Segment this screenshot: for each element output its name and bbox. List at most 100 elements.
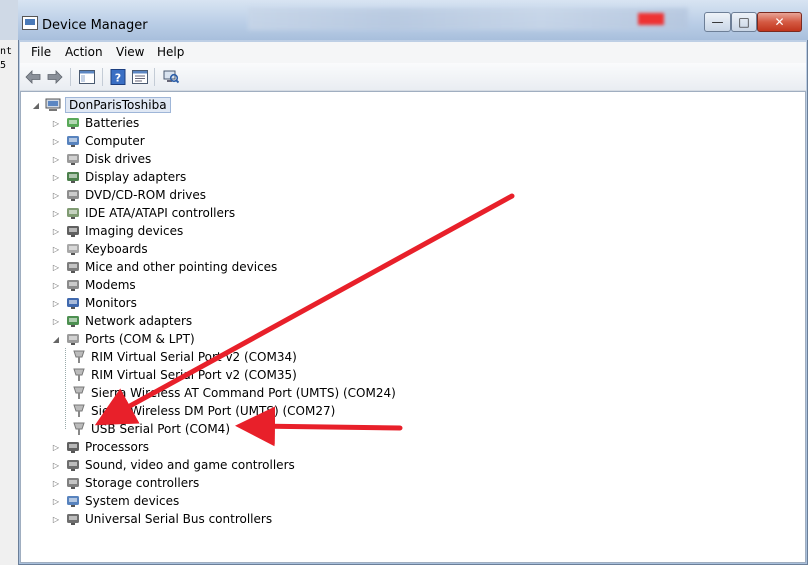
usb-icon <box>65 511 81 527</box>
tree-category-label: Network adapters <box>85 314 193 328</box>
back-icon[interactable] <box>24 68 42 86</box>
serial-port-icon <box>71 421 87 437</box>
expand-arrow-icon[interactable]: ▷ <box>51 294 61 312</box>
tree-category-row[interactable]: ▷ Imaging devices <box>51 222 183 240</box>
tree-root-label: DonParisToshiba <box>65 97 171 113</box>
tree-category-label: IDE ATA/ATAPI controllers <box>85 206 236 220</box>
expand-arrow-icon[interactable]: ▷ <box>51 114 61 132</box>
tree-category-row[interactable]: ▷ Storage controllers <box>51 474 199 492</box>
keyboard-icon <box>65 241 81 257</box>
expand-arrow-icon[interactable]: ▷ <box>51 204 61 222</box>
tree-category-row[interactable]: ▷ Display adapters <box>51 168 186 186</box>
network-adapter-icon <box>65 313 81 329</box>
tree-category-row[interactable]: ▷ System devices <box>51 492 179 510</box>
tree-category-label: Modems <box>85 278 136 292</box>
tree-category-row[interactable]: ▷ Network adapters <box>51 312 192 330</box>
tree-category-row[interactable]: ▷ Batteries <box>51 114 139 132</box>
tree-category-row[interactable]: ▷ Modems <box>51 276 136 294</box>
collapse-arrow-icon[interactable]: ◢ <box>51 330 61 348</box>
svg-text:?: ? <box>115 72 121 85</box>
battery-icon <box>65 115 81 131</box>
maximize-button[interactable]: □ <box>731 12 757 32</box>
port-icon <box>65 331 81 347</box>
tree-port-label: RIM Virtual Serial Port v2 (COM35) <box>91 368 297 382</box>
ide-controller-icon <box>65 205 81 221</box>
expand-arrow-icon[interactable]: ▷ <box>51 186 61 204</box>
properties-icon[interactable] <box>131 68 149 86</box>
tree-category-label: Batteries <box>85 116 140 130</box>
expand-arrow-icon[interactable]: ▷ <box>51 150 61 168</box>
tree-port-row[interactable]: RIM Virtual Serial Port v2 (COM35) <box>71 366 297 384</box>
monitor-icon <box>65 295 81 311</box>
fragment-text-2: 5 <box>0 60 7 71</box>
expand-arrow-icon[interactable]: ▷ <box>51 258 61 276</box>
tree-category-row[interactable]: ▷ DVD/CD-ROM drives <box>51 186 206 204</box>
tree-port-row[interactable]: Sierra Wireless AT Command Port (UMTS) (… <box>71 384 396 402</box>
tree-port-label: USB Serial Port (COM4) <box>91 422 230 436</box>
processor-icon <box>65 439 81 455</box>
tree-category-row[interactable]: ▷ Universal Serial Bus controllers <box>51 510 272 528</box>
close-button[interactable]: ✕ <box>757 12 802 32</box>
menu-bar: File Action View Help <box>20 42 806 63</box>
tree-port-row[interactable]: Sierra Wireless DM Port (UMTS) (COM27) <box>71 402 335 420</box>
forward-icon[interactable] <box>46 68 64 86</box>
expand-arrow-icon[interactable]: ▷ <box>51 132 61 150</box>
tree-category-label: Ports (COM & LPT) <box>85 332 195 346</box>
tree-category-row[interactable]: ▷ Sound, video and game controllers <box>51 456 295 474</box>
device-manager-app-icon <box>22 16 38 30</box>
menu-action[interactable]: Action <box>65 45 103 59</box>
fragment-text-1: nt <box>0 46 13 57</box>
expand-arrow-icon[interactable]: ▷ <box>51 168 61 186</box>
help-icon[interactable]: ? <box>109 68 127 86</box>
background-window-fragment: nt 5 <box>0 40 19 565</box>
tree-category-label: Sound, video and game controllers <box>85 458 295 472</box>
tree-root[interactable]: ◢ DonParisToshiba <box>31 96 171 114</box>
tree-port-row[interactable]: USB Serial Port (COM4) <box>71 420 230 438</box>
tree-port-row[interactable]: RIM Virtual Serial Port v2 (COM34) <box>71 348 297 366</box>
expand-arrow-icon[interactable]: ▷ <box>51 492 61 510</box>
tree-category-label: Disk drives <box>85 152 152 166</box>
menu-help[interactable]: Help <box>157 45 184 59</box>
speaker-icon <box>65 457 81 473</box>
tree-category-row[interactable]: ▷ IDE ATA/ATAPI controllers <box>51 204 235 222</box>
device-tree[interactable]: ◢ DonParisToshiba ▷ Batteries ▷ Computer ▷ Disk… <box>20 91 806 563</box>
tree-category-label: Computer <box>85 134 145 148</box>
display-adapter-icon <box>65 169 81 185</box>
title-bar[interactable]: Device Manager — □ ✕ <box>18 0 808 40</box>
show-hide-console-tree-icon[interactable] <box>78 68 96 86</box>
expand-arrow-icon[interactable]: ▷ <box>51 456 61 474</box>
disk-drive-icon <box>65 151 81 167</box>
tree-category-label: Imaging devices <box>85 224 184 238</box>
expand-arrow-icon[interactable]: ▷ <box>51 474 61 492</box>
expand-arrow-icon[interactable]: ▷ <box>51 312 61 330</box>
tree-category-row[interactable]: ▷ Keyboards <box>51 240 148 258</box>
expand-arrow-icon[interactable]: ▷ <box>51 222 61 240</box>
expand-arrow-icon[interactable]: ▷ <box>51 510 61 528</box>
modem-icon <box>65 277 81 293</box>
dvd-drive-icon <box>65 187 81 203</box>
tree-category-row[interactable]: ▷ Disk drives <box>51 150 151 168</box>
tree-category-row[interactable]: ▷ Processors <box>51 438 149 456</box>
computer-root-icon <box>45 97 61 113</box>
tree-category-row[interactable]: ▷ Mice and other pointing devices <box>51 258 277 276</box>
tree-category-row[interactable]: ▷ Monitors <box>51 294 137 312</box>
storage-controller-icon <box>65 475 81 491</box>
expand-arrow-icon[interactable]: ▷ <box>51 276 61 294</box>
tree-category-label: Monitors <box>85 296 137 310</box>
minimize-button[interactable]: — <box>704 12 731 32</box>
blurred-red-region <box>638 13 664 25</box>
tree-category-row[interactable]: ◢ Ports (COM & LPT) <box>51 330 195 348</box>
tree-category-label: System devices <box>85 494 180 508</box>
collapse-arrow-icon[interactable]: ◢ <box>31 96 41 114</box>
blurred-taskbar-region <box>248 8 688 30</box>
computer-icon <box>65 133 81 149</box>
tree-category-row[interactable]: ▷ Computer <box>51 132 145 150</box>
menu-file[interactable]: File <box>31 45 51 59</box>
close-icon: ✕ <box>774 15 785 29</box>
expand-arrow-icon[interactable]: ▷ <box>51 438 61 456</box>
menu-view[interactable]: View <box>116 45 144 59</box>
scan-hardware-icon[interactable] <box>162 68 180 86</box>
expand-arrow-icon[interactable]: ▷ <box>51 240 61 258</box>
window-title: Device Manager <box>42 18 148 33</box>
tree-guide-line <box>65 348 66 429</box>
